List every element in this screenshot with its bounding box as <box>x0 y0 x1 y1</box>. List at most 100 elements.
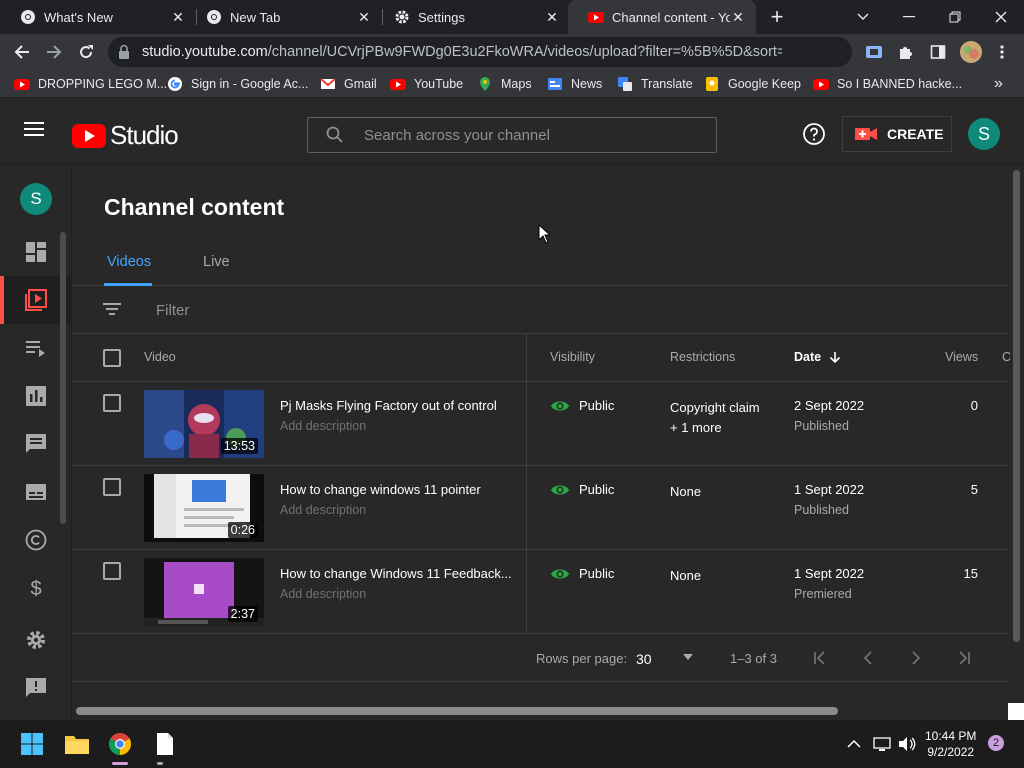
video-title[interactable]: Pj Masks Flying Factory out of control <box>280 398 516 413</box>
bookmark-gmail[interactable]: Gmail <box>320 75 377 93</box>
bookmark-google-keep[interactable]: Google Keep <box>704 75 801 93</box>
more-bookmarks-button[interactable]: » <box>994 75 1003 93</box>
page-range: 1–3 of 3 <box>730 651 777 666</box>
select-all-checkbox[interactable] <box>103 349 121 367</box>
tab-videos[interactable]: Videos <box>107 254 151 270</box>
video-duration: 13:53 <box>220 438 258 454</box>
minimize-button[interactable] <box>886 0 932 34</box>
windows-start-icon[interactable] <box>16 728 48 760</box>
channel-avatar[interactable]: S <box>20 183 52 215</box>
file-explorer-icon[interactable] <box>61 728 93 760</box>
video-title[interactable]: How to change Windows 11 Feedback... <box>280 566 516 581</box>
studio-logo[interactable]: Studio <box>72 120 179 151</box>
bookmark-dropping-lego[interactable]: DROPPING LEGO M... <box>14 75 167 93</box>
bookmark-translate[interactable]: Translate <box>617 75 693 93</box>
tab-live[interactable]: Live <box>203 254 230 270</box>
help-icon[interactable] <box>802 122 826 146</box>
side-panel-icon[interactable] <box>926 40 950 64</box>
bookmark-youtube[interactable]: YouTube <box>390 75 463 93</box>
restrictions-status[interactable]: None <box>670 482 701 502</box>
translate-icon <box>618 77 632 91</box>
video-thumbnail[interactable]: 0:26 <box>144 474 264 542</box>
create-button[interactable]: CREATE <box>842 116 952 152</box>
first-page-icon[interactable] <box>810 648 830 668</box>
horizontal-scrollbar[interactable] <box>76 707 838 715</box>
bookmark-google-signin[interactable]: Sign in - Google Ac... <box>167 75 308 93</box>
restrictions-status[interactable]: Copyright claim + 1 more <box>670 398 760 438</box>
restore-button[interactable] <box>932 0 978 34</box>
tab-new-tab[interactable]: New Tab ✕ <box>186 0 382 34</box>
row-checkbox[interactable] <box>103 478 121 496</box>
nav-monetization[interactable]: $ <box>0 564 72 612</box>
tab-search-chevron-icon[interactable] <box>840 0 886 34</box>
previous-page-icon[interactable] <box>858 648 878 668</box>
video-thumbnail[interactable]: 13:53 <box>144 390 264 458</box>
rows-per-page-select[interactable]: 30 <box>636 651 652 667</box>
create-label: CREATE <box>887 126 944 142</box>
last-page-icon[interactable] <box>954 648 974 668</box>
forward-arrow-icon[interactable] <box>42 40 66 64</box>
bookmark-maps[interactable]: Maps <box>477 75 532 93</box>
column-visibility: Visibility <box>550 350 595 364</box>
chrome-taskbar-icon[interactable] <box>104 728 136 760</box>
dropdown-arrow-icon[interactable] <box>682 651 694 663</box>
chrome-menu-icon[interactable] <box>990 40 1014 64</box>
eye-icon <box>551 401 569 410</box>
table-row[interactable]: 2:37 How to change Windows 11 Feedback..… <box>72 550 1008 634</box>
tab-channel-content[interactable]: Channel content - YouT ✕ <box>568 0 756 34</box>
bookmark-news[interactable]: News <box>547 75 602 93</box>
close-tab-icon[interactable]: ✕ <box>544 9 560 25</box>
nav-feedback[interactable] <box>0 664 72 712</box>
visibility-status[interactable]: Public <box>550 482 614 497</box>
close-tab-icon[interactable]: ✕ <box>170 9 186 25</box>
close-tab-icon[interactable]: ✕ <box>356 9 372 25</box>
row-checkbox[interactable] <box>103 394 121 412</box>
tab-whats-new[interactable]: What's New ✕ <box>0 0 196 34</box>
search-input[interactable] <box>364 118 704 152</box>
browser-tab-strip: What's New ✕ New Tab ✕ Settings ✕ Channe… <box>0 0 1024 34</box>
tab-settings[interactable]: Settings ✕ <box>374 0 570 34</box>
video-title[interactable]: How to change windows 11 pointer <box>280 482 516 497</box>
playlist-icon <box>26 341 45 357</box>
close-tab-icon[interactable]: ✕ <box>730 9 746 25</box>
video-date: 2 Sept 2022 <box>794 398 865 413</box>
visibility-status[interactable]: Public <box>550 566 614 581</box>
extensions-puzzle-icon[interactable] <box>894 40 918 64</box>
next-page-icon[interactable] <box>906 648 926 668</box>
notepad-icon[interactable] <box>149 728 181 760</box>
channel-content-main: Channel content Videos Live Video Visibi… <box>72 164 1011 704</box>
column-date[interactable]: Date <box>794 350 841 364</box>
filter-icon[interactable] <box>102 301 122 317</box>
channel-search[interactable] <box>307 117 717 153</box>
nav-scrollbar[interactable] <box>60 232 66 524</box>
chrome-profile-avatar[interactable] <box>960 41 982 63</box>
row-checkbox[interactable] <box>103 562 121 580</box>
close-window-button[interactable] <box>978 0 1024 34</box>
news-icon <box>548 78 562 90</box>
clock-time: 10:44 PM <box>925 729 977 743</box>
table-row[interactable]: 13:53 Pj Masks Flying Factory out of con… <box>72 382 1008 466</box>
sort-down-arrow-icon <box>830 352 841 363</box>
visibility-status[interactable]: Public <box>550 398 614 413</box>
table-row[interactable]: 0:26 How to change windows 11 pointer Ad… <box>72 466 1008 550</box>
address-bar[interactable]: studio.youtube.com/channel/UCVrjPBw9FWDg… <box>108 37 852 67</box>
column-date-label: Date <box>794 350 822 364</box>
menu-icon[interactable] <box>24 120 46 138</box>
scrollbar-corner <box>1008 703 1024 720</box>
new-tab-button[interactable]: + <box>766 4 788 29</box>
bookmark-label: News <box>571 77 603 91</box>
visibility-label: Public <box>579 566 615 581</box>
system-clock[interactable]: 10:44 PM 9/2/2022 <box>925 728 976 760</box>
reload-icon[interactable] <box>74 40 98 64</box>
nav-settings[interactable] <box>0 616 72 664</box>
bookmark-banned-hacker[interactable]: So I BANNED hacke... <box>813 75 962 93</box>
profile-avatar[interactable]: S <box>968 118 1000 150</box>
volume-icon[interactable] <box>891 728 923 760</box>
filter-input[interactable] <box>156 298 456 322</box>
screen-capture-icon[interactable] <box>862 40 886 64</box>
restrictions-status[interactable]: None <box>670 566 701 586</box>
video-thumbnail[interactable]: 2:37 <box>144 558 264 626</box>
vertical-scrollbar[interactable] <box>1013 170 1020 642</box>
notification-badge[interactable]: 2 <box>988 735 1004 751</box>
back-arrow-icon[interactable] <box>10 40 34 64</box>
